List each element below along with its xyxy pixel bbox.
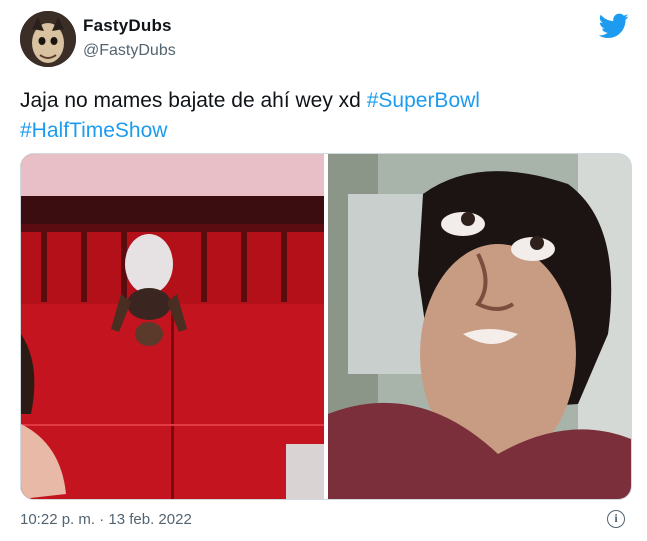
author-avatar[interactable] (20, 11, 76, 67)
author-handle[interactable]: @FastyDubs (83, 42, 176, 60)
media-image-reaction[interactable] (328, 154, 631, 499)
hashtag-halftimeshow[interactable]: #HalfTimeShow (20, 119, 167, 142)
info-icon[interactable]: i (607, 510, 625, 528)
tweet-timestamp[interactable]: 10:22 p. m. · 13 feb. 2022 (20, 511, 192, 528)
tweet-media[interactable] (20, 153, 632, 500)
tweet-text-body: Jaja no mames bajate de ahí wey xd (20, 89, 361, 112)
hashtag-superbowl[interactable]: #SuperBowl (367, 89, 480, 112)
author-name[interactable]: FastyDubs (83, 16, 172, 36)
twitter-bird-icon[interactable] (599, 13, 629, 39)
media-image-stage[interactable] (21, 154, 324, 499)
tweet-card: FastyDubs @FastyDubs Jaja no mames bajat… (0, 0, 647, 541)
tweet-text: Jaja no mames bajate de ahí wey xd #Supe… (20, 86, 620, 146)
